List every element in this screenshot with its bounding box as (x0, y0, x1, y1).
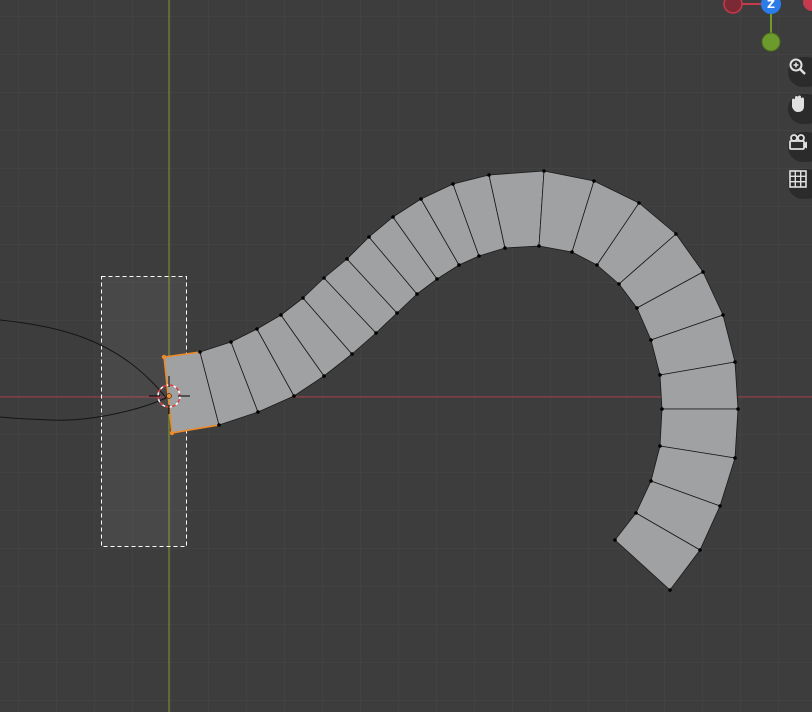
mesh-vertex[interactable] (451, 182, 455, 186)
mesh-vertex[interactable] (217, 423, 221, 427)
mesh-vertex[interactable] (674, 232, 678, 236)
mesh-vertex[interactable] (256, 410, 260, 414)
mesh-vertex[interactable] (660, 407, 664, 411)
mesh-vertex[interactable] (350, 352, 354, 356)
mesh-vertex[interactable] (537, 244, 541, 248)
camera-icon (789, 134, 807, 150)
mesh-vertex[interactable] (374, 331, 378, 335)
object-origin (166, 393, 172, 399)
mesh-vertex[interactable] (617, 282, 621, 286)
mesh-vertex[interactable] (595, 263, 599, 267)
zoom-button[interactable] (788, 57, 812, 87)
mesh-vertex[interactable] (255, 327, 259, 331)
mesh-vertex[interactable] (457, 263, 461, 267)
mesh-vertex[interactable] (733, 456, 737, 460)
mesh-vertex[interactable] (613, 538, 617, 542)
mesh-vertex[interactable] (634, 511, 638, 515)
grid-icon (789, 170, 807, 188)
mesh-vertex[interactable] (698, 548, 702, 552)
selected-vertex[interactable] (161, 354, 167, 360)
mesh-vertex[interactable] (477, 254, 481, 258)
mesh-vertex[interactable] (435, 277, 439, 281)
mesh-vertex[interactable] (292, 394, 296, 398)
hand-icon (792, 95, 804, 112)
mesh-vertex[interactable] (649, 479, 653, 483)
mesh-vertex[interactable] (658, 444, 662, 448)
toggle-grid-button[interactable] (788, 169, 812, 199)
mesh-vertex[interactable] (367, 235, 371, 239)
mesh-vertex[interactable] (721, 313, 725, 317)
gizmo-x-neg-handle[interactable] (723, 0, 743, 14)
mesh-vertex[interactable] (668, 588, 672, 592)
mesh-vertex[interactable] (542, 169, 546, 173)
mesh-vertex[interactable] (487, 173, 491, 177)
gizmo-z-label: Z (767, 0, 775, 11)
camera-view-button[interactable] (788, 132, 812, 162)
mesh-vertex[interactable] (279, 313, 283, 317)
mesh-vertex[interactable] (198, 350, 202, 354)
mesh-vertex[interactable] (301, 296, 305, 300)
mesh-vertex[interactable] (419, 197, 423, 201)
mesh-vertex[interactable] (592, 179, 596, 183)
mesh-vertex[interactable] (701, 270, 705, 274)
selected-vertex[interactable] (169, 430, 175, 436)
mesh-vertex[interactable] (637, 201, 641, 205)
3d-viewport[interactable]: Z (0, 0, 812, 712)
mesh-vertex[interactable] (415, 292, 419, 296)
mesh-vertex[interactable] (733, 360, 737, 364)
mesh-vertex[interactable] (649, 338, 653, 342)
mesh-vertex[interactable] (718, 504, 722, 508)
mesh-vertex[interactable] (391, 215, 395, 219)
mesh-vertex[interactable] (395, 311, 399, 315)
mesh-vertex[interactable] (658, 373, 662, 377)
mesh-vertex[interactable] (345, 257, 349, 261)
pan-button[interactable] (788, 94, 812, 124)
mesh-vertex[interactable] (570, 250, 574, 254)
mesh-vertex[interactable] (322, 374, 326, 378)
viewport-scene[interactable]: Z (0, 0, 812, 712)
mesh-vertex[interactable] (635, 306, 639, 310)
mesh-vertex[interactable] (229, 340, 233, 344)
mesh-vertex[interactable] (736, 407, 740, 411)
mesh-vertex[interactable] (322, 276, 326, 280)
magnifier-plus-icon (789, 58, 806, 75)
mesh-vertex[interactable] (503, 246, 507, 250)
gizmo-y-neg-handle[interactable] (761, 32, 781, 52)
